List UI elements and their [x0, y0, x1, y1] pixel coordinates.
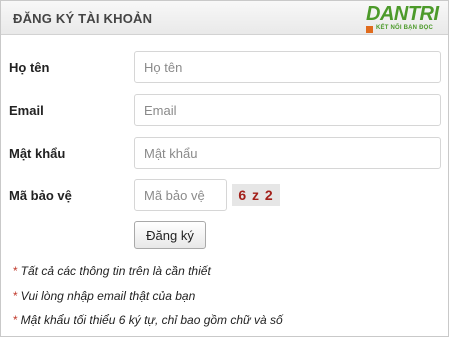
required-star: *: [13, 264, 18, 278]
captcha-field[interactable]: [134, 179, 227, 211]
panel-title: ĐĂNG KÝ TÀI KHOẢN: [13, 11, 153, 26]
captcha-code: 6 z 2: [232, 184, 280, 206]
dantri-logo: DANTRI KẾT NỐI BẠN ĐỌC: [366, 3, 446, 33]
register-panel: ĐĂNG KÝ TÀI KHOẢN DANTRI KẾT NỐI BẠN ĐỌC…: [0, 0, 449, 337]
required-star: *: [13, 313, 18, 327]
note-text: Tất cả các thông tin trên là cần thiết: [20, 264, 211, 278]
email-field[interactable]: [134, 94, 441, 126]
note-item: * Tất cả các thông tin trên là cần thiết: [13, 264, 211, 278]
note-text: Mật khẩu tối thiểu 6 ký tự, chỉ bao gồm …: [20, 313, 283, 327]
register-button[interactable]: Đăng ký: [134, 221, 206, 249]
required-star: *: [13, 289, 18, 303]
password-label: Mật khẩu: [9, 146, 66, 161]
captcha-label: Mã bảo vệ: [9, 188, 72, 203]
logo-square-icon: [366, 26, 373, 33]
note-text: Vui lòng nhập email thật của bạn: [20, 289, 196, 303]
name-field[interactable]: [134, 51, 441, 83]
name-label: Họ tên: [9, 60, 50, 75]
email-label: Email: [9, 103, 44, 118]
password-field[interactable]: [134, 137, 441, 169]
panel-header: ĐĂNG KÝ TÀI KHOẢN DANTRI KẾT NỐI BẠN ĐỌC: [1, 1, 448, 35]
note-item: * Vui lòng nhập email thật của bạn: [13, 289, 195, 303]
logo-wordmark: DANTRI: [366, 3, 439, 25]
logo-tagline: KẾT NỐI BẠN ĐỌC: [376, 25, 433, 31]
note-item: * Mật khẩu tối thiểu 6 ký tự, chỉ bao gồm…: [13, 313, 283, 327]
